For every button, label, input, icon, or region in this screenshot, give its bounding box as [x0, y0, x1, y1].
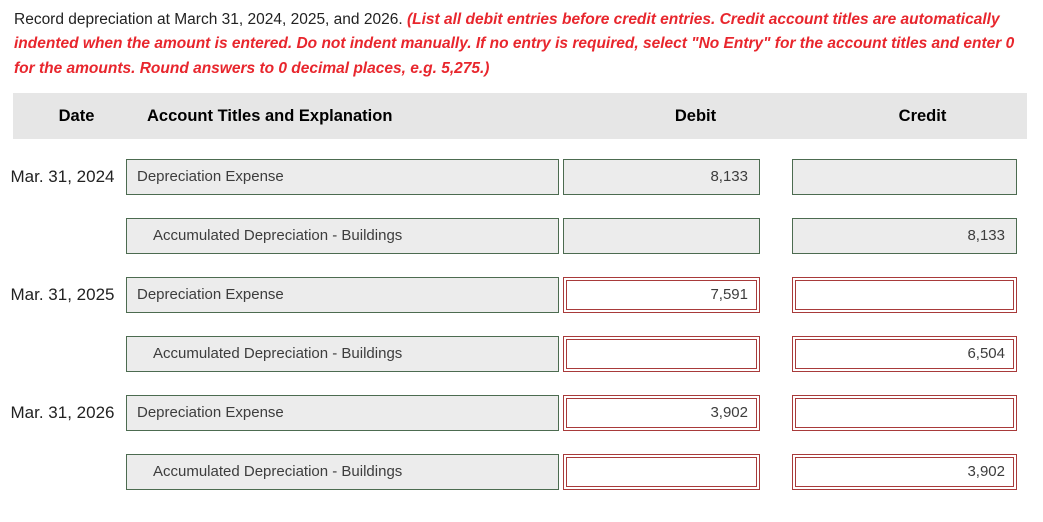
journal-entry-table: Date Account Titles and Explanation Debi…: [11, 93, 1027, 501]
credit-input[interactable]: [792, 158, 1017, 195]
account-title-select[interactable]: Accumulated Depreciation - Buildings: [126, 335, 559, 372]
credit-cell: [790, 158, 1017, 195]
account-cell: Depreciation Expense: [126, 276, 559, 313]
debit-cell: [559, 335, 790, 372]
debit-input[interactable]: [563, 335, 760, 372]
date-cell: Mar. 31, 2024: [10, 166, 115, 186]
debit-input[interactable]: [563, 453, 760, 490]
table-row: Mar. 31, 2024 Depreciation Expense 8,133: [11, 147, 1027, 206]
credit-input[interactable]: [792, 276, 1017, 313]
credit-cell: 6,504: [790, 335, 1017, 372]
table-row: Accumulated Depreciation - Buildings 6,50…: [13, 324, 1027, 383]
account-title-select[interactable]: Accumulated Depreciation - Buildings: [126, 453, 559, 490]
table-row: Mar. 31, 2026 Depreciation Expense 3,902: [11, 383, 1027, 442]
credit-cell: 8,133: [790, 217, 1017, 254]
column-header-credit: Credit: [898, 106, 947, 125]
column-header-debit: Debit: [674, 106, 717, 125]
table-row: Accumulated Depreciation - Buildings 3,90…: [13, 442, 1027, 501]
account-title-select[interactable]: Depreciation Expense: [126, 394, 559, 431]
credit-cell: [790, 394, 1017, 431]
account-cell: Accumulated Depreciation - Buildings: [126, 217, 559, 254]
account-title-select[interactable]: Depreciation Expense: [126, 158, 559, 195]
debit-input[interactable]: 8,133: [563, 158, 760, 195]
credit-input[interactable]: [792, 394, 1017, 431]
account-title-select[interactable]: Depreciation Expense: [126, 276, 559, 313]
credit-input[interactable]: 6,504: [792, 335, 1017, 372]
debit-cell: [559, 453, 790, 490]
account-cell: Depreciation Expense: [126, 394, 559, 431]
debit-cell: 7,591: [559, 276, 790, 313]
credit-cell: 3,902: [790, 453, 1017, 490]
debit-cell: 3,902: [559, 394, 790, 431]
account-cell: Accumulated Depreciation - Buildings: [126, 453, 559, 490]
debit-input[interactable]: [563, 217, 760, 254]
debit-input[interactable]: 7,591: [563, 276, 760, 313]
column-header-account: Account Titles and Explanation: [147, 106, 393, 125]
debit-cell: 8,133: [559, 158, 790, 195]
table-header-row: Date Account Titles and Explanation Debi…: [13, 93, 1027, 140]
credit-input[interactable]: 8,133: [792, 217, 1017, 254]
debit-cell: [559, 217, 790, 254]
account-cell: Accumulated Depreciation - Buildings: [126, 335, 559, 372]
instructions-lead: Record depreciation at March 31, 2024, 2…: [14, 11, 403, 28]
date-cell: Mar. 31, 2026: [10, 402, 115, 422]
debit-input[interactable]: 3,902: [563, 394, 760, 431]
instructions-paragraph: Record depreciation at March 31, 2024, 2…: [0, 0, 1043, 81]
date-cell: Mar. 31, 2025: [10, 284, 115, 304]
account-title-select[interactable]: Accumulated Depreciation - Buildings: [126, 217, 559, 254]
credit-cell: [790, 276, 1017, 313]
column-header-date: Date: [58, 106, 95, 125]
credit-input[interactable]: 3,902: [792, 453, 1017, 490]
table-body: Mar. 31, 2024 Depreciation Expense 8,133 Ac…: [11, 139, 1027, 501]
table-row: Accumulated Depreciation - Buildings 8,13…: [13, 206, 1027, 265]
account-cell: Depreciation Expense: [126, 158, 559, 195]
table-row: Mar. 31, 2025 Depreciation Expense 7,591: [11, 265, 1027, 324]
